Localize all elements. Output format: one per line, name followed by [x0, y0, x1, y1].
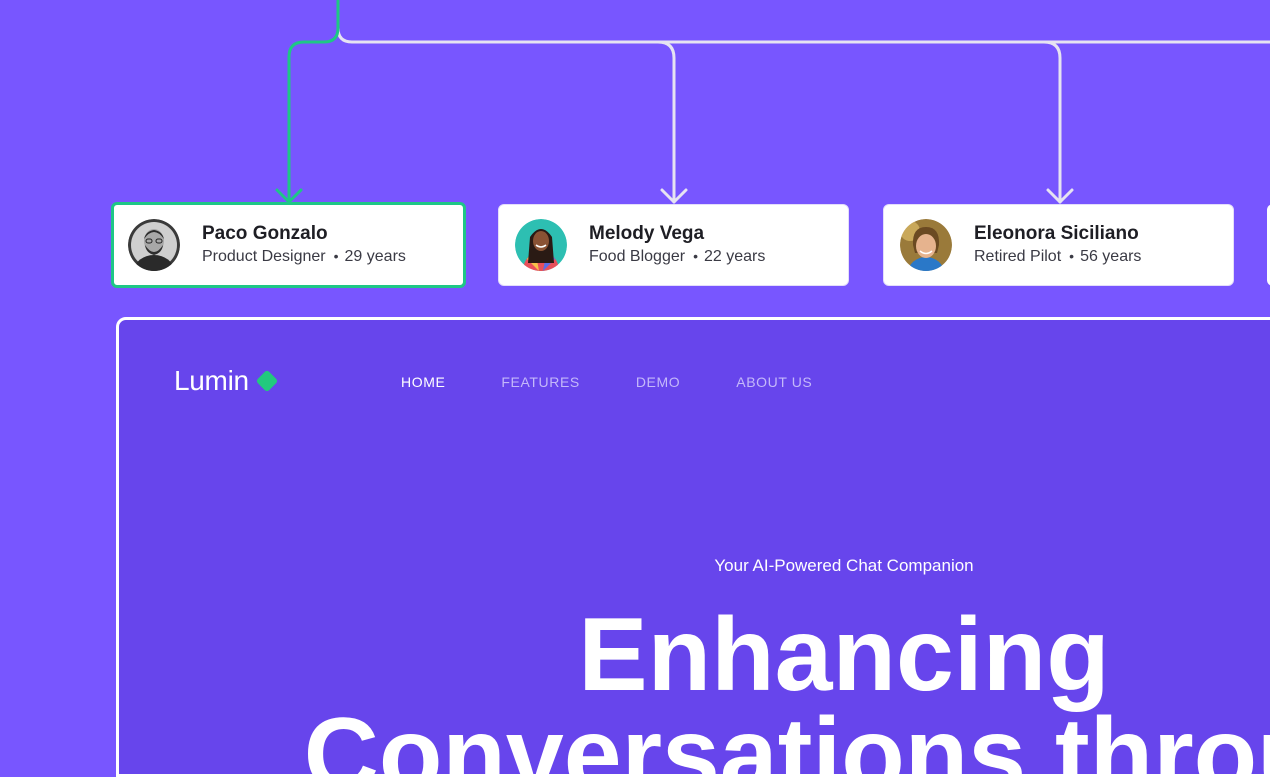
persona-card-melody[interactable]: Melody Vega Food Blogger • 22 years — [498, 204, 849, 286]
persona-meta: Retired Pilot • 56 years — [974, 245, 1141, 268]
persona-role: Product Designer — [202, 248, 326, 265]
arrow-paco-icon — [275, 188, 303, 204]
nav-link-demo[interactable]: DEMO — [636, 374, 680, 390]
persona-role: Food Blogger — [589, 248, 686, 265]
person-photo-icon — [515, 219, 567, 271]
arrow-eleonora-icon — [1046, 188, 1074, 204]
persona-card-paco[interactable]: Paco Gonzalo Product Designer • 29 years — [111, 202, 466, 288]
separator-dot: • — [693, 248, 698, 264]
persona-name: Melody Vega — [589, 223, 705, 244]
hero-title: Enhancing Conversations throug — [119, 597, 1270, 777]
connector-paco — [287, 0, 340, 204]
diamond-icon — [255, 369, 279, 393]
person-photo-icon — [128, 219, 180, 271]
website-preview: Lumin HOME FEATURES DEMO ABOUT US Your A… — [116, 317, 1270, 777]
flow-connectors — [275, 0, 1270, 204]
separator-dot: • — [1069, 248, 1075, 264]
person-photo-icon — [900, 219, 952, 271]
avatar — [900, 219, 952, 271]
persona-name: Paco Gonzalo — [202, 223, 328, 244]
connector-eleonora — [1042, 40, 1062, 204]
nav-link-features[interactable]: FEATURES — [501, 374, 579, 390]
avatar — [128, 219, 180, 271]
persona-meta: Product Designer • 29 years — [202, 245, 406, 268]
persona-name: Eleonora Siciliano — [974, 223, 1139, 244]
persona-age: 56 years — [1080, 248, 1142, 265]
hero-tagline: Your AI-Powered Chat Companion — [714, 556, 974, 575]
logo-text: Lumin — [174, 365, 249, 396]
persona-age: 22 years — [703, 248, 766, 265]
nav-link-about-us[interactable]: ABOUT US — [736, 374, 812, 390]
avatar — [515, 219, 567, 271]
persona-role: Retired Pilot — [974, 248, 1062, 265]
connector-melody — [656, 40, 676, 204]
separator-dot: • — [333, 248, 339, 264]
site-logo[interactable]: Lumin — [174, 365, 279, 397]
arrow-melody-icon — [660, 188, 688, 204]
persona-meta: Food Blogger • 22 years — [589, 245, 765, 268]
connector-trunk — [336, 0, 1270, 44]
hero-title-line-2: Conversations throug — [303, 697, 1270, 777]
nav-link-home[interactable]: HOME — [401, 374, 445, 390]
persona-card-eleonora[interactable]: Eleonora Siciliano Retired Pilot • 56 year… — [883, 204, 1234, 286]
site-nav: HOME FEATURES DEMO ABOUT US — [401, 374, 812, 390]
hero-title-line-1: Enhancing — [578, 597, 1110, 713]
persona-age: 29 years — [344, 248, 406, 265]
